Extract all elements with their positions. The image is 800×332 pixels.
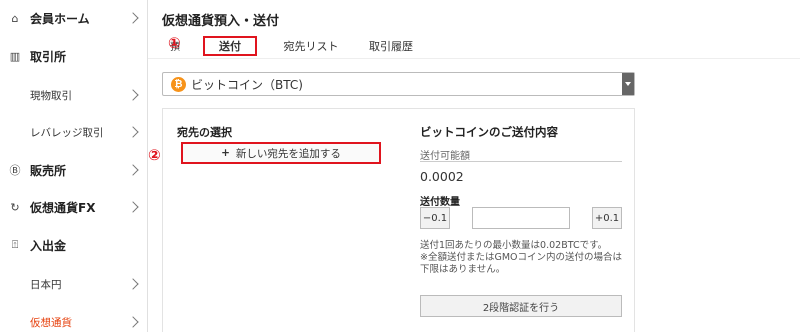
dropdown-caret-icon[interactable] — [622, 73, 634, 95]
available-amount-label: 送付可能額 — [420, 151, 470, 162]
tab-destination-list[interactable]: 宛先リスト — [278, 36, 344, 56]
sidebar-item-label: 入出金 — [30, 238, 67, 253]
page-title: 仮想通貨預入・送付 — [162, 14, 280, 29]
plus-icon: + — [221, 147, 230, 159]
sidebar: ⌂ 会員ホーム ▥ 取引所 現物取引 レバレッジ取引 Ⓑ 販売所 ↻ 仮想通貨F… — [0, 0, 148, 332]
currency-select[interactable]: ₿ ビットコイン（BTC) — [162, 72, 635, 96]
tab-send[interactable]: 送付 — [203, 36, 257, 56]
send-panel: 宛先の選択 + 新しい宛先を追加する ビットコインのご送付内容 送付可能額 0.… — [162, 108, 635, 332]
chevron-right-icon — [127, 88, 141, 102]
divider — [420, 161, 622, 162]
sidebar-item-crypto-fx[interactable]: ↻ 仮想通貨FX — [0, 197, 147, 217]
deposit-icon: ⍐ — [11, 238, 19, 251]
tab-history[interactable]: 取引履歴 — [358, 36, 424, 56]
step-2-badge: ② — [148, 146, 161, 164]
sidebar-item-exchange[interactable]: ▥ 取引所 — [0, 46, 147, 66]
bitcoin-icon: ₿ — [171, 77, 186, 92]
add-destination-button[interactable]: + 新しい宛先を追加する — [181, 142, 381, 164]
chevron-right-icon — [127, 277, 141, 291]
app-root: ⌂ 会員ホーム ▥ 取引所 現物取引 レバレッジ取引 Ⓑ 販売所 ↻ 仮想通貨F… — [0, 0, 800, 332]
step-1-badge: ① — [168, 34, 181, 52]
sidebar-item-label: 現物取引 — [30, 89, 72, 102]
sidebar-item-label: 仮想通貨FX — [30, 200, 96, 215]
sidebar-item-label: 販売所 — [30, 163, 67, 178]
add-destination-label: 新しい宛先を追加する — [235, 147, 341, 160]
fx-icon: ↻ — [10, 200, 20, 214]
sidebar-item-sales-office[interactable]: Ⓑ 販売所 — [0, 160, 147, 180]
sidebar-item-label: 取引所 — [30, 49, 67, 64]
sidebar-item-member-home[interactable]: ⌂ 会員ホーム — [0, 8, 147, 28]
chevron-right-icon — [127, 125, 141, 139]
chevron-right-icon — [127, 200, 141, 214]
sidebar-item-jpy[interactable]: 日本円 — [0, 274, 147, 294]
home-icon: ⌂ — [11, 11, 19, 25]
available-amount-value: 0.0002 — [420, 169, 464, 184]
sidebar-item-spot-trading[interactable]: 現物取引 — [0, 85, 147, 105]
two-factor-auth-button[interactable]: 2段階認証を行う — [420, 295, 622, 317]
sidebar-item-deposit-withdraw[interactable]: ⍐ 入出金 — [0, 235, 147, 255]
sidebar-item-label: 日本円 — [30, 278, 62, 291]
increase-quantity-button[interactable]: +0.1 — [592, 207, 622, 229]
currency-select-value: ビットコイン（BTC) — [191, 77, 303, 92]
quantity-input[interactable] — [472, 207, 570, 229]
coin-icon: Ⓑ — [9, 164, 21, 177]
tab-divider — [148, 58, 800, 59]
destination-title: 宛先の選択 — [177, 126, 232, 139]
chevron-right-icon — [127, 315, 141, 329]
exchange-icon: ▥ — [9, 49, 21, 63]
sidebar-item-crypto[interactable]: 仮想通貨 — [0, 312, 147, 332]
quantity-label: 送付数量 — [420, 197, 460, 208]
sidebar-item-label: レバレッジ取引 — [30, 126, 104, 139]
sidebar-item-label: 仮想通貨 — [30, 316, 72, 329]
send-details-title: ビットコインのご送付内容 — [420, 125, 558, 139]
sidebar-item-leverage-trading[interactable]: レバレッジ取引 — [0, 122, 147, 142]
chevron-right-icon — [127, 11, 141, 25]
decrease-quantity-button[interactable]: −0.1 — [420, 207, 450, 229]
no-lower-limit-note: 下限はありません。 — [420, 264, 506, 275]
main-content: 仮想通貨預入・送付 預 ① 送付 宛先リスト 取引履歴 ₿ ビットコイン（BTC… — [148, 0, 800, 332]
chevron-right-icon — [127, 163, 141, 177]
sidebar-item-label: 会員ホーム — [30, 11, 90, 26]
